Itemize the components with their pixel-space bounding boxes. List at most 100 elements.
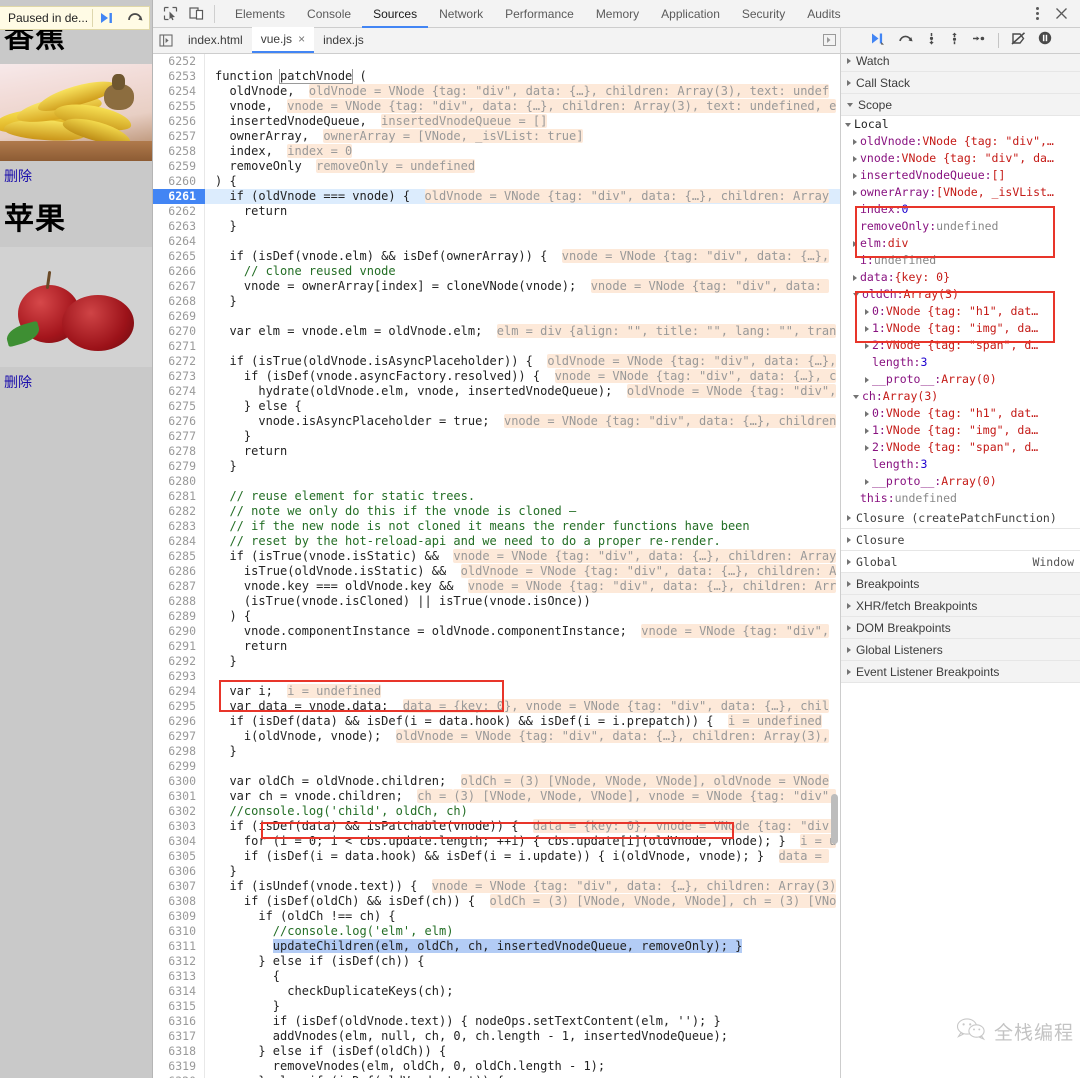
- chevron-right-icon[interactable]: [865, 410, 869, 417]
- line-number[interactable]: 6277: [153, 429, 205, 444]
- line-number[interactable]: 6315: [153, 999, 205, 1014]
- code-line[interactable]: 6304 for (i = 0; i < cbs.update.length; …: [153, 834, 840, 849]
- line-number[interactable]: 6306: [153, 864, 205, 879]
- code-line[interactable]: 6254 oldVnode, oldVnode = VNode {tag: "d…: [153, 84, 840, 99]
- section-xhr-fetch-breakpoints[interactable]: XHR/fetch Breakpoints: [841, 595, 1080, 617]
- tab-network[interactable]: Network: [428, 0, 494, 28]
- resume-icon[interactable]: [93, 6, 121, 30]
- line-number[interactable]: 6307: [153, 879, 205, 894]
- tab-sources[interactable]: Sources: [362, 0, 429, 28]
- line-number[interactable]: 6278: [153, 444, 205, 459]
- line-number[interactable]: 6292: [153, 654, 205, 669]
- close-icon[interactable]: [1048, 1, 1074, 27]
- code-line[interactable]: 6265 if (isDef(vnode.elm) && isDef(owner…: [153, 249, 840, 264]
- scope-entry[interactable]: __proto__: Array(0): [841, 371, 1080, 388]
- line-number[interactable]: 6280: [153, 474, 205, 489]
- line-number[interactable]: 6276: [153, 414, 205, 429]
- line-number[interactable]: 6298: [153, 744, 205, 759]
- code-line[interactable]: 6262 return: [153, 204, 840, 219]
- line-number[interactable]: 6284: [153, 534, 205, 549]
- code-line[interactable]: 6303 if (isDef(data) && isPatchable(vnod…: [153, 819, 840, 834]
- scope-entry[interactable]: elm: div: [841, 235, 1080, 252]
- line-number[interactable]: 6275: [153, 399, 205, 414]
- code-line[interactable]: 6286 isTrue(oldVnode.isStatic) && oldVno…: [153, 564, 840, 579]
- code-line[interactable]: 6315 }: [153, 999, 840, 1014]
- scope-closure[interactable]: Closure: [841, 529, 1080, 551]
- step-out-icon[interactable]: [949, 32, 960, 50]
- line-number[interactable]: 6252: [153, 54, 205, 69]
- code-line[interactable]: 6253 function patchVnode (: [153, 69, 840, 84]
- line-number[interactable]: 6297: [153, 729, 205, 744]
- line-number[interactable]: 6304: [153, 834, 205, 849]
- code-line[interactable]: 6291 return: [153, 639, 840, 654]
- code-line[interactable]: 6305 if (isDef(i = data.hook) && isDef(i…: [153, 849, 840, 864]
- code-line[interactable]: 6281 // reuse element for static trees.: [153, 489, 840, 504]
- line-number[interactable]: 6305: [153, 849, 205, 864]
- step-over-icon[interactable]: [897, 32, 914, 50]
- tab-memory[interactable]: Memory: [585, 0, 650, 28]
- line-number[interactable]: 6310: [153, 924, 205, 939]
- code-line[interactable]: 6282 // note we only do this if the vnod…: [153, 504, 840, 519]
- code-line[interactable]: 6307 if (isUndef(vnode.text)) { vnode = …: [153, 879, 840, 894]
- line-number[interactable]: 6295: [153, 699, 205, 714]
- code-line[interactable]: 6294 var i; i = undefined: [153, 684, 840, 699]
- line-number[interactable]: 6262: [153, 204, 205, 219]
- code-line[interactable]: 6272 if (isTrue(oldVnode.isAsyncPlacehol…: [153, 354, 840, 369]
- code-line[interactable]: 6252: [153, 54, 840, 69]
- code-line[interactable]: 6311 updateChildren(elm, oldCh, ch, inse…: [153, 939, 840, 954]
- pause-on-exceptions-icon[interactable]: [1038, 31, 1052, 50]
- line-number[interactable]: 6308: [153, 894, 205, 909]
- line-number[interactable]: 6287: [153, 579, 205, 594]
- file-tab-vue-js[interactable]: vue.js ×: [251, 27, 315, 53]
- line-number[interactable]: 6274: [153, 384, 205, 399]
- section-global-listeners[interactable]: Global Listeners: [841, 639, 1080, 661]
- scope-entry[interactable]: data: {key: 0}: [841, 269, 1080, 286]
- code-line[interactable]: 6314 checkDuplicateKeys(ch);: [153, 984, 840, 999]
- code-scrollbar[interactable]: [829, 54, 840, 1078]
- line-number[interactable]: 6320: [153, 1074, 205, 1078]
- chevron-right-icon[interactable]: [865, 427, 869, 434]
- line-number[interactable]: 6296: [153, 714, 205, 729]
- chevron-right-icon[interactable]: [853, 240, 857, 247]
- kebab-menu-icon[interactable]: [1026, 1, 1048, 27]
- code-line[interactable]: 6287 vnode.key === oldVnode.key && vnode…: [153, 579, 840, 594]
- tab-audits[interactable]: Audits: [796, 0, 851, 28]
- code-line[interactable]: 6288 (isTrue(vnode.isCloned) || isTrue(v…: [153, 594, 840, 609]
- code-line[interactable]: 6277 }: [153, 429, 840, 444]
- line-number[interactable]: 6272: [153, 354, 205, 369]
- code-line[interactable]: 6273 if (isDef(vnode.asyncFactory.resolv…: [153, 369, 840, 384]
- code-line[interactable]: 6276 vnode.isAsyncPlaceholder = true; vn…: [153, 414, 840, 429]
- scope-entry[interactable]: 1: VNode {tag: "img", da…: [841, 320, 1080, 337]
- line-number[interactable]: 6253: [153, 69, 205, 84]
- code-line[interactable]: 6299: [153, 759, 840, 774]
- code-line[interactable]: 6295 var data = vnode.data; data = {key:…: [153, 699, 840, 714]
- code-line[interactable]: 6308 if (isDef(oldCh) && isDef(ch)) { ol…: [153, 894, 840, 909]
- chevron-right-icon[interactable]: [865, 325, 869, 332]
- section-event-listener-breakpoints[interactable]: Event Listener Breakpoints: [841, 661, 1080, 683]
- scope-local-root[interactable]: Local: [841, 116, 1080, 133]
- code-line[interactable]: 6300 var oldCh = oldVnode.children; oldC…: [153, 774, 840, 789]
- code-line[interactable]: 6296 if (isDef(data) && isDef(i = data.h…: [153, 714, 840, 729]
- line-number[interactable]: 6265: [153, 249, 205, 264]
- scope-entry[interactable]: __proto__: Array(0): [841, 473, 1080, 490]
- code-line[interactable]: 6258 index, index = 0: [153, 144, 840, 159]
- code-line[interactable]: 6257 ownerArray, ownerArray = [VNode, _i…: [153, 129, 840, 144]
- scope-entry[interactable]: ch: Array(3): [841, 388, 1080, 405]
- code-line[interactable]: 6318 } else if (isDef(oldCh)) {: [153, 1044, 840, 1059]
- chevron-right-icon[interactable]: [853, 172, 857, 179]
- line-number[interactable]: 6311: [153, 939, 205, 954]
- line-number[interactable]: 6266: [153, 264, 205, 279]
- code-line[interactable]: 6302 //console.log('child', oldCh, ch): [153, 804, 840, 819]
- code-line[interactable]: 6283 // if the new node is not cloned it…: [153, 519, 840, 534]
- file-tab-index-html[interactable]: index.html: [179, 27, 252, 53]
- line-number[interactable]: 6254: [153, 84, 205, 99]
- code-scrollbar-thumb[interactable]: [831, 794, 838, 844]
- chevron-right-icon[interactable]: [853, 189, 857, 196]
- section-breakpoints[interactable]: Breakpoints: [841, 573, 1080, 595]
- tab-console[interactable]: Console: [296, 0, 362, 28]
- code-line[interactable]: 6301 var ch = vnode.children; ch = (3) […: [153, 789, 840, 804]
- code-line[interactable]: 6316 if (isDef(oldVnode.text)) { nodeOps…: [153, 1014, 840, 1029]
- code-line[interactable]: 6313 {: [153, 969, 840, 984]
- tab-performance[interactable]: Performance: [494, 0, 585, 28]
- code-line[interactable]: 6278 return: [153, 444, 840, 459]
